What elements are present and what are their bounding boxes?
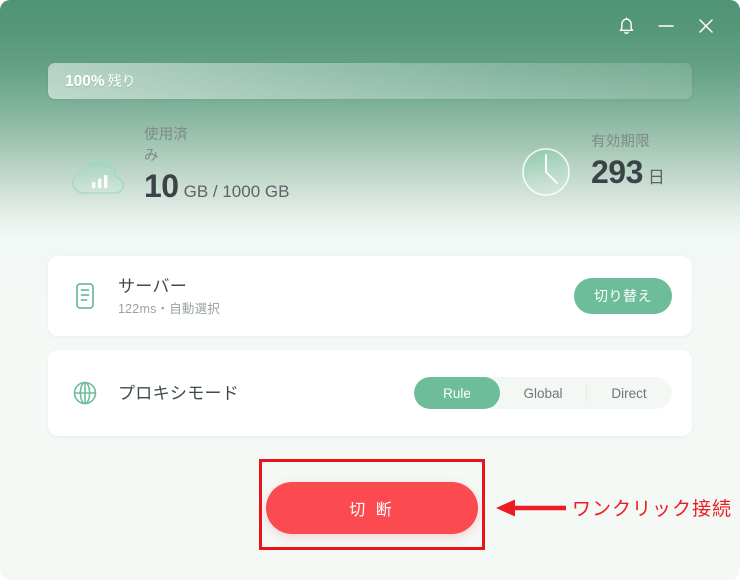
stat-expiry-unit: 日 [647, 167, 665, 187]
cloud-chart-icon [68, 145, 130, 207]
quota-remaining-text: 残り [107, 73, 136, 89]
proxy-mode-title: プロキシモード [118, 383, 240, 403]
proxy-mode-option-direct[interactable]: Direct [586, 377, 672, 409]
switch-server-button[interactable]: 切り替え [574, 278, 672, 314]
title-bar [0, 0, 740, 52]
app-window: 100% 残り 使用済み 10 GB / 1000 GB 有効期限 293 日 … [0, 0, 740, 580]
server-card[interactable]: サーバー 122ms・自動選択 切り替え [48, 256, 692, 336]
stat-usage-number: 10 [144, 168, 179, 204]
close-button[interactable] [686, 6, 726, 46]
proxy-mode-segmented-control: Rule Global Direct [414, 377, 672, 409]
server-card-title: サーバー [118, 277, 188, 296]
proxy-mode-card: プロキシモード Rule Global Direct [48, 350, 692, 436]
stat-expiry: 有効期限 293 日 [515, 125, 665, 203]
quota-progress-label: 100% 残り [65, 71, 136, 91]
close-icon [696, 16, 716, 36]
clock-icon [515, 141, 577, 203]
stats-row: 使用済み 10 GB / 1000 GB 有効期限 293 日 [0, 125, 740, 217]
stat-usage-value: 10 GB / 1000 GB [144, 168, 289, 211]
stat-usage-label: 使用済み [144, 127, 189, 164]
proxy-mode-option-global[interactable]: Global [500, 377, 586, 409]
bell-icon [618, 16, 635, 36]
stat-expiry-value: 293 日 [591, 154, 665, 197]
stat-usage-unit: GB / 1000 GB [183, 182, 290, 201]
disconnect-button[interactable]: 切 断 [266, 482, 478, 534]
annotation-arrow-icon [496, 497, 568, 519]
stat-usage: 使用済み 10 GB / 1000 GB [68, 125, 289, 211]
stat-usage-text: 使用済み 10 GB / 1000 GB [144, 125, 289, 211]
globe-icon [70, 378, 100, 408]
proxy-mode-card-body: プロキシモード [118, 382, 414, 405]
quota-percent-text: 100% [65, 73, 105, 90]
server-list-icon [70, 281, 100, 311]
minimize-button[interactable] [646, 6, 686, 46]
proxy-mode-option-rule[interactable]: Rule [414, 377, 500, 409]
stat-expiry-number: 293 [591, 153, 643, 190]
stat-expiry-label: 有効期限 [591, 133, 650, 150]
server-card-subtitle: 122ms・自動選択 [118, 302, 221, 316]
stat-expiry-text: 有効期限 293 日 [591, 132, 665, 197]
annotation-label: ワンクリック接続 [572, 499, 733, 520]
quota-progress-bar: 100% 残り [48, 63, 692, 99]
server-card-body: サーバー 122ms・自動選択 [118, 275, 574, 317]
notifications-button[interactable] [606, 6, 646, 46]
minimize-icon [657, 17, 675, 35]
